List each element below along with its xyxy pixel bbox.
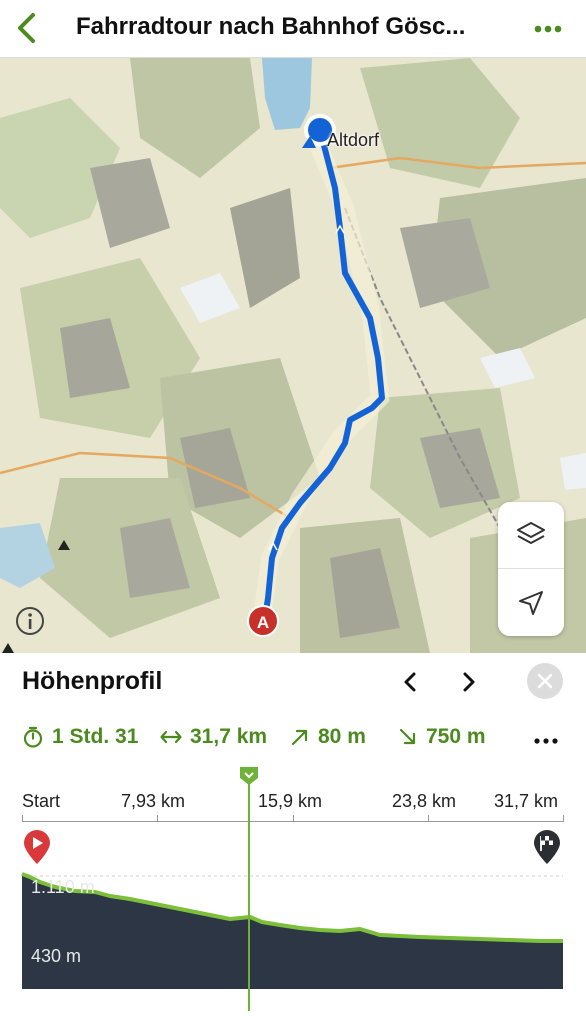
locate-arrow-icon [519, 590, 543, 615]
horizontal-arrows-icon [160, 730, 182, 744]
panel-title: Höhenprofil [22, 667, 163, 695]
layers-button[interactable] [498, 502, 564, 569]
layers-icon [517, 522, 545, 544]
page-title: Fahrradtour nach Bahnhof Gösc... [76, 13, 466, 40]
stats-more-button[interactable] [530, 733, 562, 749]
profile-cursor-line [248, 771, 250, 1011]
descent-value: 750 m [426, 725, 486, 748]
profile-cursor-handle[interactable] [238, 765, 260, 792]
cursor-marker-icon [240, 767, 258, 785]
arrow-up-right-icon [291, 729, 308, 746]
stopwatch-icon [23, 726, 43, 748]
chevron-right-icon [463, 672, 475, 692]
elevation-profile[interactable]: Start 7,93 km 15,9 km 23,8 km 31,7 km 1.… [0, 765, 586, 1024]
back-button[interactable] [6, 8, 46, 48]
tour-stats: 1 Std. 31 31,7 km 80 m 750 m [22, 725, 582, 755]
more-dots-icon [534, 738, 558, 744]
place-label: Altdorf [327, 130, 380, 150]
map-controls [498, 502, 564, 636]
arrow-down-right-icon [399, 728, 416, 745]
more-dots-icon [534, 25, 562, 33]
distance-stat: 31,7 km [160, 725, 267, 749]
start-badge: A [257, 613, 269, 632]
previous-button[interactable] [393, 665, 427, 699]
elevation-area [22, 874, 563, 989]
elevation-label-low: 430 m [31, 946, 82, 966]
duration-value: 1 Std. 31 [52, 725, 139, 748]
top-bar: Fahrradtour nach Bahnhof Gösc... [0, 0, 586, 58]
chevron-left-icon [18, 13, 35, 43]
ascent-value: 80 m [318, 725, 366, 748]
map-view[interactable]: A Altdorf [0, 58, 586, 653]
duration-stat: 1 Std. 31 [22, 725, 138, 749]
distance-value: 31,7 km [190, 725, 268, 748]
elevation-label-high: 1.110 m [31, 877, 95, 897]
descent-stat: 750 m [398, 725, 486, 749]
info-button[interactable] [14, 605, 46, 637]
ascent-stat: 80 m [290, 725, 366, 749]
chevron-left-icon [404, 672, 416, 692]
next-button[interactable] [452, 665, 486, 699]
locate-button[interactable] [498, 569, 564, 636]
more-options-button[interactable] [528, 14, 568, 44]
info-icon [16, 607, 44, 635]
close-button[interactable] [527, 663, 563, 699]
close-icon [537, 673, 553, 689]
